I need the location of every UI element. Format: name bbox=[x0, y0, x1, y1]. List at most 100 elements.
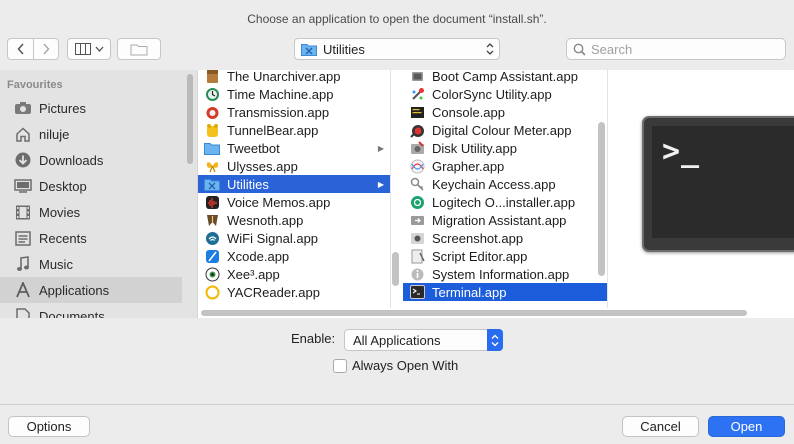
cancel-button[interactable]: Cancel bbox=[622, 416, 699, 437]
sidebar-item-downloads[interactable]: Downloads bbox=[0, 147, 182, 173]
list-item[interactable]: The Unarchiver.app bbox=[198, 70, 390, 85]
sidebar-item-label: Downloads bbox=[39, 152, 104, 168]
utilities-folder-icon bbox=[204, 176, 220, 192]
back-button[interactable] bbox=[7, 38, 33, 60]
list-item[interactable]: ColorSync Utility.app bbox=[403, 85, 607, 103]
location-popup[interactable]: Utilities bbox=[294, 38, 500, 60]
dialog-title: Choose an application to open the docume… bbox=[247, 12, 547, 26]
new-folder-button[interactable] bbox=[117, 38, 161, 60]
list-item[interactable]: Boot Camp Assistant.app bbox=[403, 70, 607, 85]
list-item[interactable]: Voice Memos.app bbox=[198, 193, 390, 211]
list-item[interactable]: TunnelBear.app bbox=[198, 121, 390, 139]
always-open-row: Always Open With bbox=[333, 358, 458, 373]
sidebar: Favourites Pictures niluje Downloads Des… bbox=[0, 70, 197, 318]
sidebar-scrollbar[interactable] bbox=[187, 74, 193, 164]
view-mode-button[interactable] bbox=[67, 38, 111, 60]
column-browser: The Unarchiver.app Time Machine.app Tran… bbox=[197, 70, 794, 318]
list-item-selected[interactable]: Utilities ▶ bbox=[198, 175, 390, 193]
utilities-folder-icon bbox=[301, 43, 317, 56]
sidebar-item-movies[interactable]: Movies bbox=[0, 199, 182, 225]
sidebar-item-niluje[interactable]: niluje bbox=[0, 121, 182, 147]
list-item[interactable]: Keychain Access.app bbox=[403, 175, 607, 193]
item-label: WiFi Signal.app bbox=[227, 230, 319, 246]
disclosure-arrow-icon: ▶ bbox=[377, 179, 384, 189]
list-item[interactable]: Logitech O...installer.app bbox=[403, 193, 607, 211]
boot-camp-icon bbox=[409, 70, 425, 84]
enable-label: Enable: bbox=[291, 331, 336, 346]
list-item[interactable]: Xee³.app bbox=[198, 265, 390, 283]
list-item[interactable]: Console.app bbox=[403, 103, 607, 121]
enable-value: All Applications bbox=[353, 332, 441, 348]
search-icon bbox=[573, 43, 586, 56]
sidebar-item-desktop[interactable]: Desktop bbox=[0, 173, 182, 199]
desktop-icon bbox=[13, 177, 33, 195]
grapher-icon bbox=[409, 158, 425, 174]
sidebar-item-recents[interactable]: Recents bbox=[0, 225, 182, 251]
always-open-checkbox[interactable] bbox=[333, 358, 347, 373]
list-item[interactable]: Digital Colour Meter.app bbox=[403, 121, 607, 139]
wifi-signal-icon bbox=[204, 230, 220, 246]
column2-scrollbar[interactable] bbox=[598, 122, 605, 276]
item-label: Tweetbot bbox=[227, 140, 280, 156]
migration-assistant-icon bbox=[409, 212, 425, 228]
item-label: ColorSync Utility.app bbox=[432, 86, 552, 102]
item-label: Migration Assistant.app bbox=[432, 212, 567, 228]
sidebar-item-label: Movies bbox=[39, 204, 81, 220]
list-item[interactable]: Xcode.app bbox=[198, 247, 390, 265]
search-input[interactable] bbox=[591, 41, 771, 57]
item-label: Screenshot.app bbox=[432, 230, 524, 246]
search-field[interactable] bbox=[566, 38, 786, 60]
item-label: Xee³.app bbox=[227, 266, 280, 282]
document-icon bbox=[13, 307, 33, 318]
item-label: Time Machine.app bbox=[227, 86, 334, 102]
options-button[interactable]: Options bbox=[8, 416, 90, 437]
voice-memos-icon bbox=[204, 194, 220, 210]
disk-utility-icon bbox=[409, 140, 425, 156]
list-item[interactable]: Time Machine.app bbox=[198, 85, 390, 103]
list-item-selected[interactable]: Terminal.app bbox=[403, 283, 607, 301]
location-label: Utilities bbox=[323, 41, 365, 57]
forward-button[interactable] bbox=[33, 38, 59, 60]
sidebar-item-pictures[interactable]: Pictures bbox=[0, 95, 182, 121]
colorsync-icon bbox=[409, 86, 425, 102]
script-editor-icon bbox=[409, 248, 425, 264]
folder-icon bbox=[204, 140, 220, 156]
list-item[interactable]: Disk Utility.app bbox=[403, 139, 607, 157]
list-item[interactable]: Migration Assistant.app bbox=[403, 211, 607, 229]
list-item[interactable]: Screenshot.app bbox=[403, 229, 607, 247]
tunnelbear-icon bbox=[204, 122, 220, 138]
item-label: Voice Memos.app bbox=[227, 194, 331, 210]
item-label: TunnelBear.app bbox=[227, 122, 319, 138]
list-item[interactable]: Transmission.app bbox=[198, 103, 390, 121]
list-item[interactable]: Grapher.app bbox=[403, 157, 607, 175]
updown-arrows-icon bbox=[486, 43, 494, 55]
columns-view-icon bbox=[74, 43, 91, 55]
new-folder-icon bbox=[130, 44, 148, 55]
enable-popup[interactable]: All Applications bbox=[344, 329, 503, 351]
always-open-label: Always Open With bbox=[352, 358, 459, 373]
sidebar-item-music[interactable]: Music bbox=[0, 251, 182, 277]
item-label: Logitech O...installer.app bbox=[432, 194, 576, 210]
item-label: Grapher.app bbox=[432, 158, 505, 174]
applications-icon bbox=[13, 281, 33, 299]
sidebar-item-applications[interactable]: Applications bbox=[0, 277, 182, 303]
open-button[interactable]: Open bbox=[708, 416, 785, 437]
list-item[interactable]: Wesnoth.app bbox=[198, 211, 390, 229]
sidebar-item-documents[interactable]: Documents bbox=[0, 303, 182, 318]
column1-scrollbar[interactable] bbox=[392, 252, 399, 286]
list-item[interactable]: WiFi Signal.app bbox=[198, 229, 390, 247]
list-item[interactable]: Tweetbot ▶ bbox=[198, 139, 390, 157]
yacreader-icon bbox=[204, 284, 220, 300]
item-label: Boot Camp Assistant.app bbox=[432, 70, 578, 84]
horizontal-scrollbar[interactable] bbox=[201, 310, 747, 316]
list-item[interactable]: Script Editor.app bbox=[403, 247, 607, 265]
item-label: Disk Utility.app bbox=[432, 140, 518, 156]
screenshot-icon bbox=[409, 230, 425, 246]
list-item[interactable]: Ulysses.app bbox=[198, 157, 390, 175]
list-item[interactable]: System Information.app bbox=[403, 265, 607, 283]
disclosure-arrow-icon: ▶ bbox=[377, 143, 384, 153]
list-item[interactable]: YACReader.app bbox=[198, 283, 390, 301]
item-label: Utilities bbox=[227, 176, 269, 192]
chevron-down-icon bbox=[95, 46, 103, 52]
item-label: YACReader.app bbox=[227, 284, 320, 300]
